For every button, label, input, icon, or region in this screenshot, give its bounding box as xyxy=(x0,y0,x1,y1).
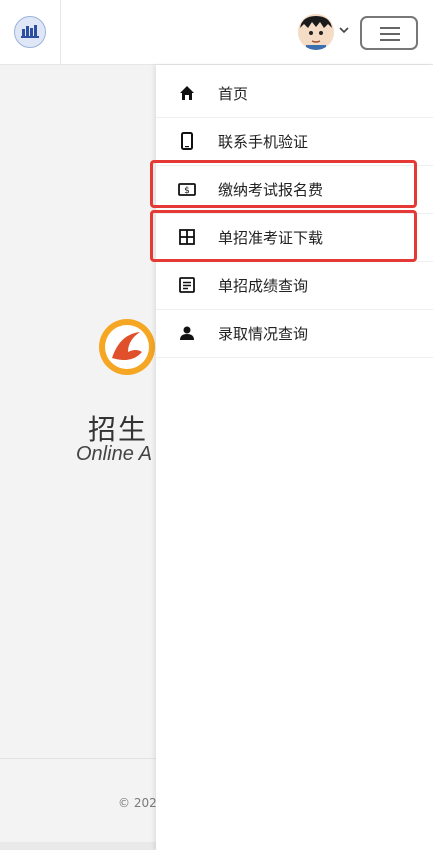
user-avatar[interactable] xyxy=(298,14,334,50)
document-icon xyxy=(179,277,195,293)
menu-item-label: 首页 xyxy=(218,85,249,103)
menu-item-label: 联系手机验证 xyxy=(218,133,309,151)
home-icon xyxy=(180,86,194,100)
menu-item-scores[interactable]: 单招成绩查询 xyxy=(156,261,433,310)
person-icon xyxy=(180,326,194,340)
school-emblem xyxy=(99,319,155,375)
page-subtitle: Online A xyxy=(76,443,152,465)
menu-item-admission[interactable]: 录取情况查询 xyxy=(156,309,433,358)
chevron-down-icon[interactable] xyxy=(338,24,350,36)
menu-item-label: 单招成绩查询 xyxy=(218,277,309,295)
hamburger-menu-button[interactable] xyxy=(360,16,418,50)
hamburger-menu-icon xyxy=(380,27,400,29)
site-logo-icon[interactable] xyxy=(14,16,46,48)
menu-item-label: 录取情况查询 xyxy=(218,325,309,343)
highlight-admit-card xyxy=(150,210,417,262)
copyright-text: © 202 xyxy=(118,796,157,810)
logo-cell[interactable] xyxy=(0,0,61,64)
menu-item-phone-verify[interactable]: 联系手机验证 xyxy=(156,117,433,166)
menu-item-home[interactable]: 首页 xyxy=(156,69,433,118)
phone-icon xyxy=(181,132,193,150)
page-title: 招生 xyxy=(88,413,149,446)
highlight-pay-fee xyxy=(150,160,417,208)
top-bar xyxy=(0,0,433,65)
